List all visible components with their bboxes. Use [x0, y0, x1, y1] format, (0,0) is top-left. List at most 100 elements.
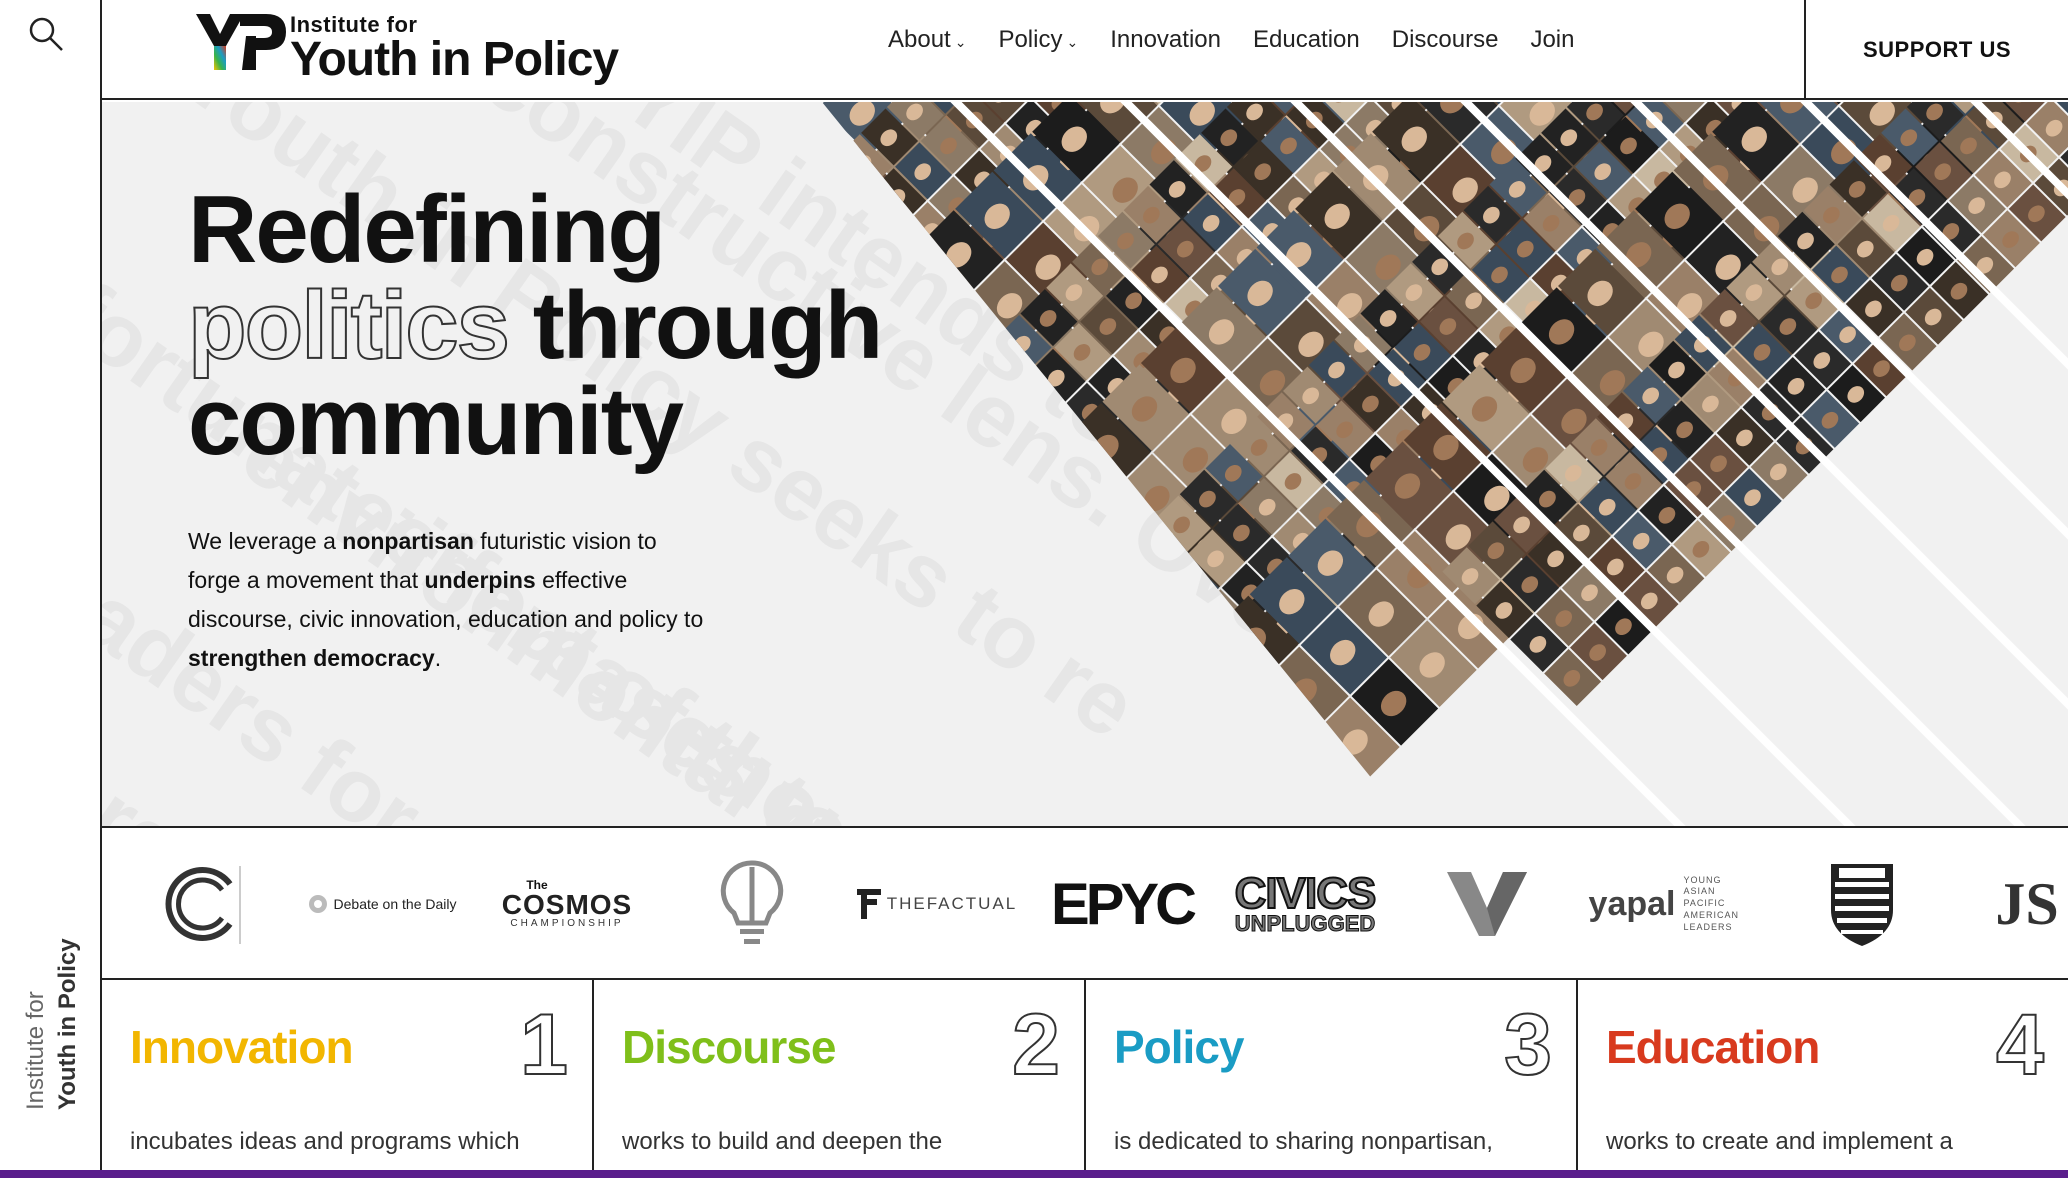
video-tile-face	[682, 116, 705, 139]
v-logo-icon	[1447, 872, 1527, 936]
video-tile-face	[661, 478, 684, 501]
video-tile	[883, 685, 971, 772]
video-tile-face	[773, 609, 809, 645]
video-tile	[1136, 581, 1194, 639]
video-tile-face	[710, 468, 746, 504]
chevron-down-icon: ⌄	[1066, 33, 1079, 50]
video-tile	[666, 102, 723, 156]
site-logo[interactable]: Institute for Youth in Policy	[194, 8, 694, 88]
nav-item-label: Join	[1530, 26, 1575, 53]
video-tile	[633, 697, 720, 784]
video-tile-face	[910, 439, 928, 456]
partner-the-factual[interactable]: THEFACTUAL	[852, 828, 1022, 978]
pillar-policy[interactable]: Policy 3 is dedicated to sharing nonpartis…	[1086, 980, 1578, 1170]
video-tile	[925, 452, 983, 510]
partner-js-logo[interactable]: JS	[1982, 828, 2068, 978]
video-tile	[467, 762, 554, 828]
video-tile	[822, 711, 843, 798]
video-tile-face	[962, 387, 980, 405]
vertical-brand: Institute for Youth in Policy	[10, 910, 90, 1110]
video-tile-face	[648, 102, 671, 106]
factual-label: THEFACTUAL	[886, 894, 1018, 913]
pillar-number: 2	[1011, 996, 1061, 1094]
nav-item-policy[interactable]: Policy ⌄	[998, 26, 1078, 54]
video-tile-face	[703, 815, 739, 828]
video-tile-face	[623, 108, 646, 131]
support-us-button[interactable]: SUPPORT US	[1804, 0, 2068, 100]
nav-item-education[interactable]: Education	[1253, 26, 1360, 54]
bottom-accent-bar	[0, 1170, 2068, 1178]
video-tile	[1050, 620, 1137, 708]
pillar-innovation[interactable]: Innovation 1 incubates ideas and programs …	[102, 980, 594, 1170]
video-tile	[822, 800, 855, 826]
nav-item-label: Policy	[998, 26, 1063, 53]
pillar-description: is dedicated to sharing nonpartisan,	[1114, 1128, 1493, 1155]
search-icon[interactable]	[26, 14, 66, 54]
logo-big-text: Youth in Policy	[290, 33, 619, 86]
nav-item-join[interactable]: Join	[1530, 26, 1574, 54]
video-tile-face	[874, 755, 900, 781]
pillar-discourse[interactable]: Discourse 2 works to build and deepen the	[594, 980, 1086, 1170]
video-tile-face	[875, 610, 893, 627]
nav-item-discourse[interactable]: Discourse	[1392, 26, 1499, 54]
video-tile	[102, 547, 139, 604]
video-tile-face	[511, 152, 534, 175]
video-tile-face	[1038, 515, 1056, 532]
video-tile	[847, 529, 905, 587]
partner-lightbulb-logo[interactable]	[712, 828, 792, 978]
video-tile-face	[925, 806, 951, 826]
partner-c-logo[interactable]	[157, 828, 247, 978]
video-tile-face	[1079, 652, 1105, 678]
video-tile-face	[1163, 704, 1189, 730]
video-tile-face	[761, 519, 797, 555]
partner-epyc[interactable]: EPYC	[1051, 828, 1197, 978]
video-tile-face	[780, 738, 816, 774]
site-header: Institute for Youth in Policy About ⌄ Poli…	[102, 0, 2068, 100]
video-tile	[377, 750, 464, 828]
video-tile-face	[1009, 382, 1035, 408]
video-tile	[254, 736, 341, 823]
partner-civics-unplugged[interactable]: CIVICS UNPLUGGED	[1225, 828, 1385, 978]
hero-lede: We leverage a nonpartisan futuristic vis…	[188, 522, 708, 678]
lede-text: We leverage a	[188, 528, 343, 554]
nav-item-innovation[interactable]: Innovation	[1110, 26, 1221, 54]
video-tile	[1044, 468, 1102, 526]
video-tile-face	[963, 767, 990, 794]
video-tile-face	[884, 464, 902, 482]
cosmos-main: COSMOS	[501, 889, 633, 920]
video-tile	[948, 518, 1035, 606]
video-tile-face	[944, 473, 962, 490]
video-tile-face	[568, 712, 604, 748]
headline-through: through	[532, 272, 884, 379]
video-tile	[839, 469, 897, 527]
video-tile-face	[235, 496, 258, 519]
video-tile	[907, 537, 965, 595]
partner-crest-logo[interactable]	[1822, 828, 1902, 978]
pillar-education[interactable]: Education 4 works to create and implement …	[1578, 980, 2068, 1170]
video-tile	[993, 520, 1051, 577]
partner-yapal[interactable]: yapal YOUNG ASIAN PACIFIC AMERICAN LEADE…	[1589, 828, 1738, 978]
video-tile	[517, 813, 604, 828]
video-tile-face	[356, 686, 392, 722]
crest-icon	[1831, 864, 1893, 946]
partner-v-logo[interactable]	[1447, 828, 1527, 978]
video-tile	[934, 736, 1022, 823]
video-tile-face	[883, 670, 901, 687]
video-tile-face	[849, 636, 867, 653]
video-tile	[1107, 800, 1195, 826]
yapal-label: yapal	[1588, 884, 1676, 923]
partner-cosmos[interactable]: The COSMOS CHAMPIONSHIP	[487, 828, 647, 978]
video-tile-face	[516, 487, 539, 510]
video-tile	[177, 813, 264, 828]
nav-item-about[interactable]: About ⌄	[888, 26, 966, 54]
pillar-description: works to build and deepen the	[622, 1128, 943, 1155]
video-tile-face	[952, 532, 970, 550]
pillar-number: 4	[1995, 996, 2045, 1094]
video-tile-face	[881, 408, 907, 435]
video-tile	[1010, 434, 1068, 492]
pillar-title: Education	[1606, 1021, 1820, 1073]
video-tile-face	[138, 699, 174, 735]
video-tile	[679, 788, 766, 828]
video-tile-face	[721, 486, 744, 509]
partner-debate-on-the-daily[interactable]: Debate on the Daily	[302, 828, 462, 978]
